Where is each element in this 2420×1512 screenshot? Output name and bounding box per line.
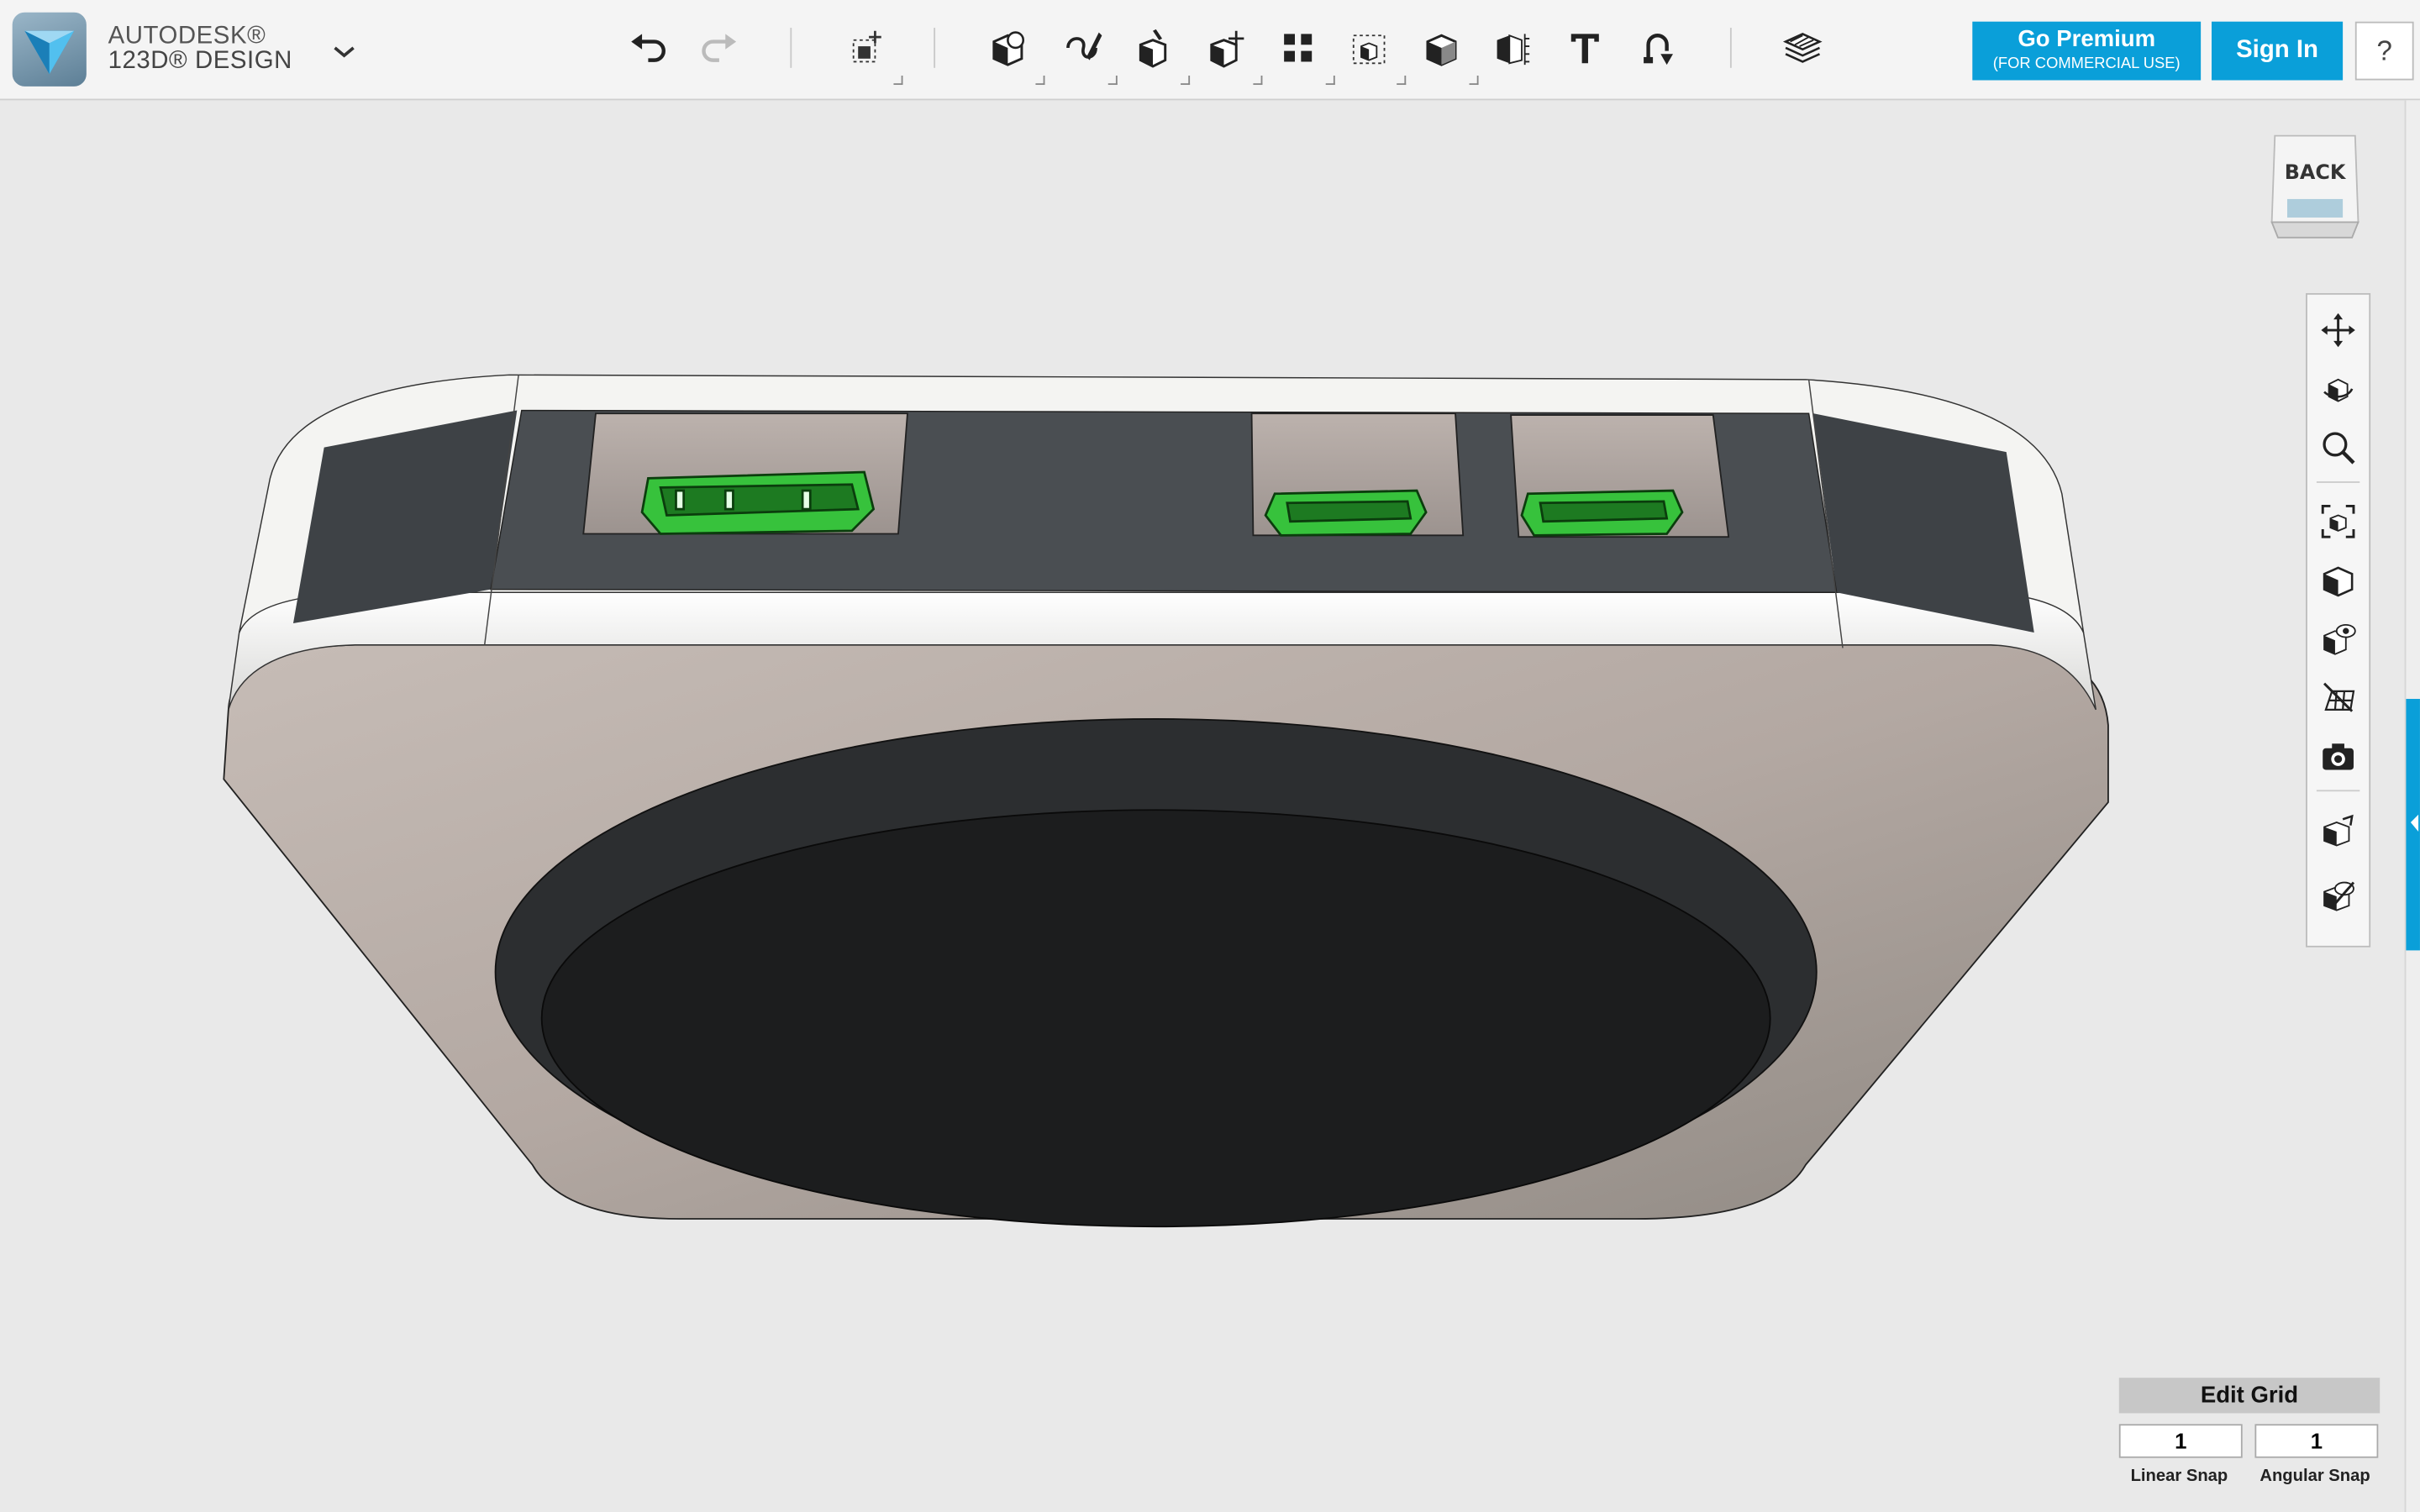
view-icon [2323, 566, 2354, 597]
measure-icon [1497, 34, 1530, 66]
primitives-button[interactable] [980, 20, 1045, 86]
fit-icon [2321, 504, 2355, 538]
undo-button[interactable] [620, 20, 676, 76]
redo-button[interactable] [692, 20, 747, 76]
grouping-button[interactable] [1341, 20, 1407, 86]
angular-snap-input[interactable] [2254, 1424, 2379, 1458]
main-toolbar: AUTODESK® 123D® DESIGN Go Premium (FOR C… [0, 0, 2420, 101]
3d-viewport[interactable] [0, 100, 2405, 1512]
model-render[interactable] [0, 100, 2405, 1512]
material-toggle-button[interactable] [2317, 808, 2360, 851]
text-icon [1570, 34, 1599, 64]
primitives-icon [992, 31, 1025, 66]
grid-panel: Edit Grid Linear Snap Angular Snap [2118, 1378, 2381, 1501]
sign-in-button[interactable]: Sign In [2211, 21, 2344, 81]
visibility-icon [2323, 623, 2356, 655]
grid-icon [2323, 682, 2355, 712]
model-foot-inner [540, 809, 1771, 1228]
zoom-button[interactable] [2317, 426, 2360, 469]
toolbar-separator [1729, 28, 1732, 68]
view-button[interactable] [2317, 559, 2360, 601]
hide-button[interactable] [2317, 874, 2360, 916]
sketch-button[interactable] [1053, 20, 1118, 86]
linear-snap-label: Linear Snap [2130, 1467, 2228, 1486]
app-window: AUTODESK® 123D® DESIGN Go Premium (FOR C… [0, 0, 2420, 1512]
pattern-button[interactable] [1270, 20, 1335, 86]
combine-icon [1426, 34, 1457, 66]
measure-button[interactable] [1485, 20, 1540, 76]
fit-button[interactable] [2317, 500, 2360, 543]
chevron-down-icon [334, 46, 355, 58]
snap-button[interactable] [1630, 20, 1686, 76]
sketch-icon [1066, 32, 1102, 60]
nav-separator [2316, 481, 2360, 483]
undo-icon [631, 34, 666, 62]
side-panel-toggle[interactable] [2406, 699, 2420, 951]
go-premium-button[interactable]: Go Premium (FOR COMMERCIAL USE) [1972, 21, 2202, 81]
transform-button[interactable] [838, 20, 903, 86]
screenshot-button[interactable] [2317, 734, 2360, 777]
zoom-icon [2323, 432, 2355, 465]
grid-button[interactable] [2317, 675, 2360, 718]
modify-button[interactable] [1197, 20, 1263, 86]
visibility-button[interactable] [2317, 617, 2360, 660]
pattern-icon [1284, 34, 1313, 62]
chevron-left-icon [2410, 814, 2419, 832]
linear-snap-input[interactable] [2118, 1424, 2243, 1458]
app-menu-button[interactable] [327, 34, 360, 67]
hide-icon [2323, 881, 2355, 911]
combine-button[interactable] [1413, 20, 1479, 86]
hdmi-port [640, 470, 876, 535]
construct-button[interactable] [1125, 20, 1191, 86]
app-logo[interactable] [12, 12, 87, 87]
screenshot-icon [2323, 743, 2354, 770]
construct-icon [1139, 29, 1167, 68]
grouping-icon [1352, 34, 1386, 65]
brand-product: 123D® DESIGN [108, 47, 292, 75]
modify-icon [1210, 30, 1244, 68]
navigation-bar [2306, 292, 2371, 948]
go-premium-sublabel: (FOR COMMERCIAL USE) [1992, 55, 2181, 73]
logo-icon [24, 30, 75, 75]
brand-company: AUTODESK® [108, 23, 266, 50]
transform-icon [852, 30, 881, 63]
help-button[interactable]: ? [2354, 21, 2414, 81]
orbit-icon [2323, 378, 2354, 402]
snap-icon [1644, 34, 1673, 66]
toolbar-separator [790, 28, 792, 68]
go-premium-label: Go Premium [2018, 26, 2156, 53]
pan-button[interactable] [2317, 308, 2360, 351]
view-cube[interactable]: BACK [2269, 133, 2361, 241]
text-button[interactable] [1557, 20, 1612, 76]
redo-icon [702, 34, 737, 62]
edit-grid-button[interactable]: Edit Grid [2118, 1378, 2381, 1414]
pan-icon [2321, 312, 2355, 348]
usb-port-1 [1264, 489, 1428, 537]
materials-button[interactable] [1775, 20, 1830, 76]
materials-icon [1782, 32, 1823, 63]
usb-port-2 [1520, 489, 1684, 537]
toolbar-separator [934, 28, 936, 68]
view-cube-shape [2270, 134, 2360, 239]
view-cube-face-label: BACK [2284, 161, 2346, 186]
nav-separator [2316, 790, 2360, 792]
orbit-button[interactable] [2317, 367, 2360, 410]
material-toggle-icon [2323, 814, 2354, 847]
angular-snap-label: Angular Snap [2260, 1467, 2370, 1486]
